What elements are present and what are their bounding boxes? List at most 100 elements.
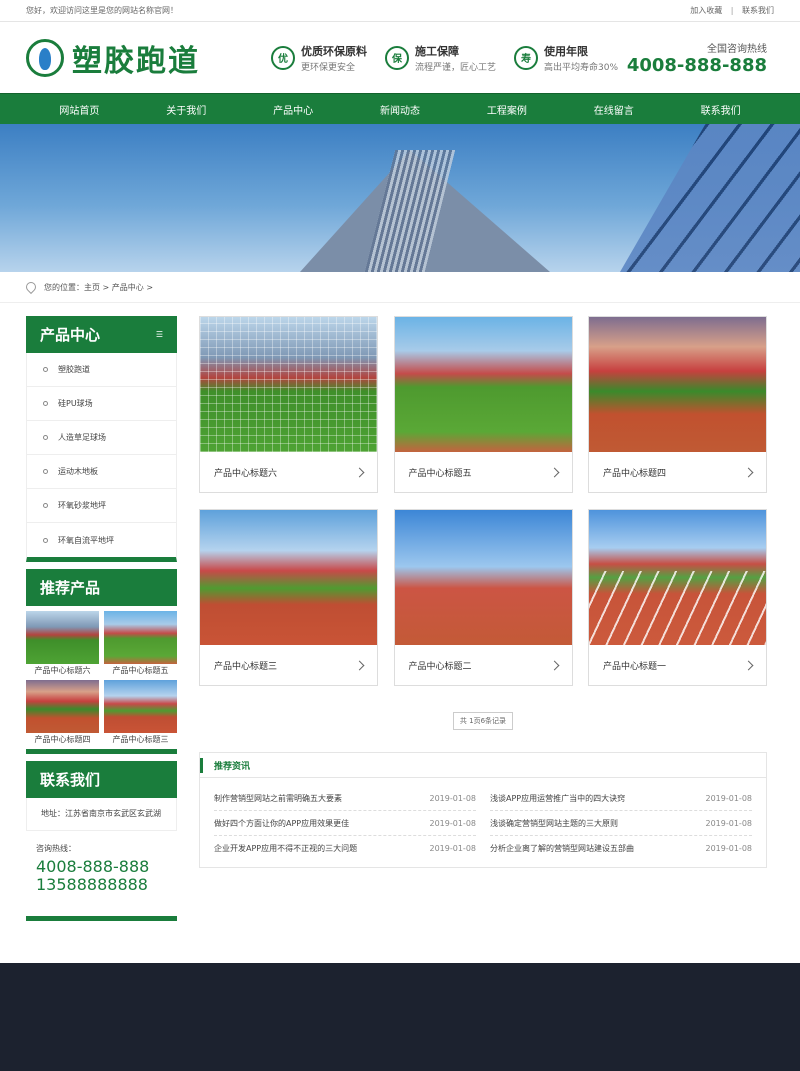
product-thumbnail [26,680,99,733]
sidebar-heading: 联系我们 [26,761,177,798]
news-column-left: 制作营销型网站之前需明确五大要素 2019-01-08 做好四个方面让你的APP应… [214,786,476,861]
welcome-text: 您好，欢迎访问这里是您的网站名称官网！ [26,6,178,15]
product-card-footer: 产品中心标题四 [589,452,766,493]
contact-phone: 4008-888-888 [36,857,150,876]
bullet-icon [43,401,48,406]
category-label: 环氧砂浆地坪 [58,501,106,510]
quality-badge-icon: 优 [271,45,295,70]
product-card[interactable]: 产品中心标题四 [588,316,767,493]
nav-item-cases[interactable]: 工程案例 [453,94,560,124]
nav-item-products[interactable]: 产品中心 [240,94,347,124]
chevron-right-icon [549,467,559,478]
news-item[interactable]: 制作营销型网站之前需明确五大要素 2019-01-08 [214,786,476,811]
chevron-right-icon [743,660,754,671]
news-heading: 推荐资讯 [200,753,766,778]
hotline-number: 4008-888-888 [626,55,767,76]
top-contact-link[interactable]: 联系我们 [742,6,774,15]
news-item[interactable]: 分析企业离了解的营销型网站建设五部曲 2019-01-08 [490,836,752,861]
news-item[interactable]: 做好四个方面让你的APP应用效果更佳 2019-01-08 [214,811,476,836]
feature-item: 保 施工保障 流程严谨，匠心工艺 [385,43,496,73]
news-column-right: 浅谈APP应用运营推广当中的四大诀窍 2019-01-08 浅谈确定营销型网站主题… [490,786,752,861]
product-card[interactable]: 产品中心标题三 [199,509,378,686]
recommended-label: 产品中心标题五 [112,666,169,675]
top-bar: 您好，欢迎访问这里是您的网站名称官网！ 加入收藏 | 联系我们 [0,0,800,22]
product-thumbnail [104,611,177,664]
lifespan-badge-icon: 寿 [514,45,539,70]
recommended-item[interactable]: 产品中心标题三 [104,680,177,747]
category-item[interactable]: 环氧砂浆地坪 [27,489,176,523]
product-image [589,317,766,452]
news-date: 2019-01-08 [429,844,477,853]
add-favorite-link[interactable]: 加入收藏 [690,6,722,15]
pagination: 共 1页6条记录 [199,712,767,730]
expand-icon: ☰ [155,330,163,339]
chevron-right-icon [354,660,365,671]
content: 产品中心标题六 产品中心标题五 产品中心标题四 产品中心标题三 产品中心标题二 … [199,316,767,928]
product-card-footer: 产品中心标题六 [200,452,377,493]
product-card-footer: 产品中心标题三 [200,645,377,686]
news-date: 2019-01-08 [705,844,753,853]
product-card[interactable]: 产品中心标题一 [588,509,767,686]
main-nav: 网站首页 关于我们 产品中心 新闻动态 工程案例 在线留言 联系我们 [0,93,800,124]
news-title: 浅谈APP应用运营推广当中的四大诀窍 [490,793,626,803]
product-card[interactable]: 产品中心标题五 [393,316,573,493]
category-item[interactable]: 人造草足球场 [27,421,176,455]
news-body: 制作营销型网站之前需明确五大要素 2019-01-08 做好四个方面让你的APP应… [200,778,766,867]
product-title: 产品中心标题二 [408,662,472,672]
category-item[interactable]: 塑胶跑道 [27,353,176,387]
bullet-icon [43,503,48,508]
sidebar-heading-text: 推荐产品 [40,579,101,597]
recommended-grid: 产品中心标题六 产品中心标题五 产品中心标题四 产品中心标题三 [26,606,177,754]
product-card-footer: 产品中心标题五 [395,452,572,493]
nav-item-about[interactable]: 关于我们 [133,94,240,124]
nav-item-contact[interactable]: 联系我们 [667,94,774,124]
contact-body: 地址：江苏省南京市玄武区玄武湖 咨询热线： 4008-888-888 13588… [26,798,177,921]
contact-mobile: 13588888888 [36,875,148,894]
bullet-icon [43,469,48,474]
news-date: 2019-01-08 [429,793,477,803]
product-title: 产品中心标题四 [603,469,667,479]
category-label: 硅PU球场 [58,399,93,408]
header: 塑胶跑道 优 优质环保原料 更环保更安全 保 施工保障 流程严谨，匠心工艺 寿 … [0,22,800,93]
footprint-icon [26,38,64,77]
news-item[interactable]: 企业开发APP应用不得不正视的三大问题 2019-01-08 [214,836,476,861]
feature-list: 优 优质环保原料 更环保更安全 保 施工保障 流程严谨，匠心工艺 寿 使用年限 … [271,43,636,73]
category-list: 塑胶跑道 硅PU球场 人造草足球场 运动木地板 环氧砂浆地坪 环氧自流平地坪 [26,353,177,562]
nav-item-home[interactable]: 网站首页 [26,94,133,124]
feature-title: 施工保障 [415,44,459,58]
news-box: 推荐资讯 制作营销型网站之前需明确五大要素 2019-01-08 做好四个方面让你… [199,752,767,868]
category-item[interactable]: 运动木地板 [27,455,176,489]
product-card-footer: 产品中心标题二 [395,645,572,686]
news-title: 制作营销型网站之前需明确五大要素 [214,793,342,803]
sidebar-heading: 推荐产品 [26,569,177,606]
top-separator: | [730,6,734,15]
bullet-icon [43,367,48,372]
recommended-item[interactable]: 产品中心标题五 [104,611,177,678]
hotline-label: 全国咨询热线 [707,44,767,55]
product-card[interactable]: 产品中心标题六 [199,316,378,493]
feature-subtitle: 高出平均寿命30% [544,62,619,73]
recommended-item[interactable]: 产品中心标题四 [26,680,99,747]
news-date: 2019-01-08 [429,818,477,828]
category-item[interactable]: 环氧自流平地坪 [27,523,176,557]
feature-item: 寿 使用年限 高出平均寿命30% [514,43,618,73]
sidebar-heading: 产品中心 ☰ [26,316,177,353]
logo[interactable]: 塑胶跑道 [26,36,271,80]
category-label: 塑胶跑道 [58,365,90,374]
product-card[interactable]: 产品中心标题二 [393,509,573,686]
contact-address: 地址：江苏省南京市玄武区玄武湖 [26,798,177,831]
news-title: 企业开发APP应用不得不正视的三大问题 [214,844,358,853]
category-label: 环氧自流平地坪 [58,535,114,545]
product-image [200,510,377,645]
recommended-box: 推荐产品 产品中心标题六 产品中心标题五 产品中心标题四 产品中心标题三 [26,569,177,754]
feature-subtitle: 更环保更安全 [301,62,356,73]
category-item[interactable]: 硅PU球场 [27,387,176,421]
nav-item-news[interactable]: 新闻动态 [347,94,454,124]
news-item[interactable]: 浅谈APP应用运营推广当中的四大诀窍 2019-01-08 [490,786,752,811]
chevron-right-icon [354,467,365,478]
recommended-item[interactable]: 产品中心标题六 [26,611,99,678]
product-image [394,317,572,452]
nav-item-message[interactable]: 在线留言 [560,94,667,124]
recommended-label: 产品中心标题六 [34,666,91,675]
news-item[interactable]: 浅谈确定营销型网站主题的三大原则 2019-01-08 [490,811,752,836]
